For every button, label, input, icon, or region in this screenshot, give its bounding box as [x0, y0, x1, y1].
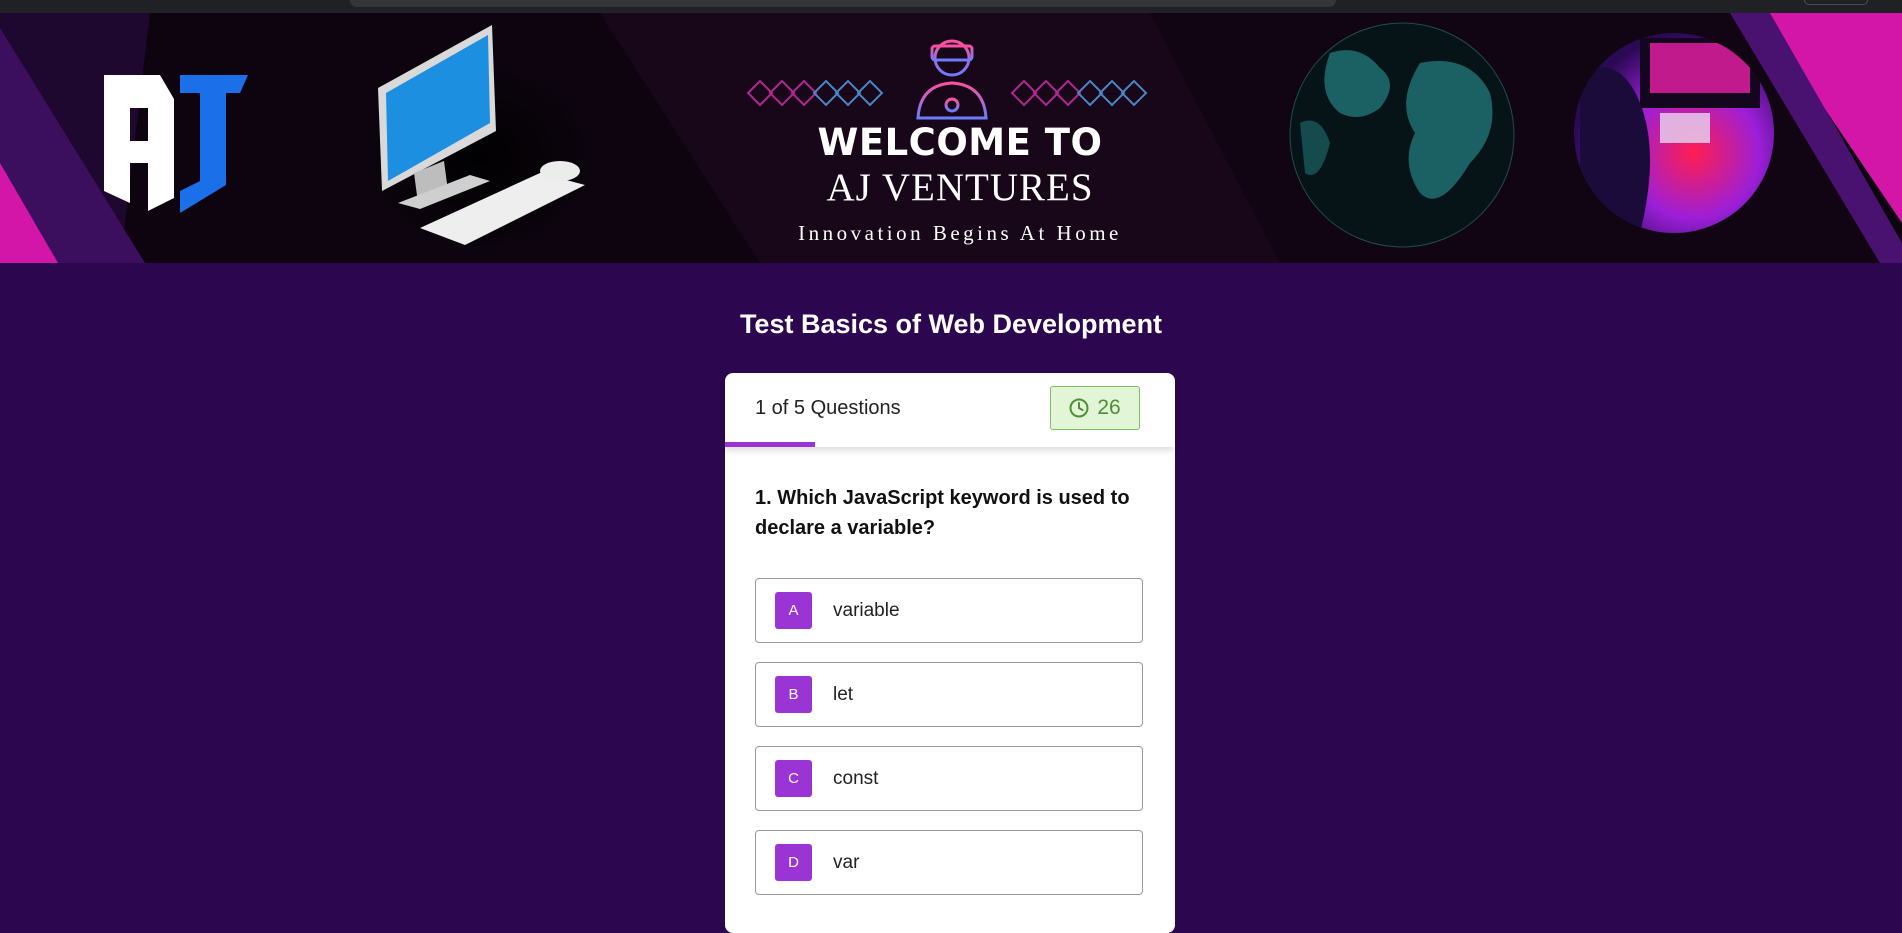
progress-bar: [725, 442, 1175, 447]
computer-illustration: [360, 25, 600, 258]
page-title: Test Basics of Web Development: [739, 309, 1163, 339]
question-counter: 1 of 5 Questions: [755, 397, 901, 419]
option-text: let: [833, 683, 854, 705]
option-text: var: [833, 851, 860, 873]
hacker-photo: [1574, 33, 1774, 233]
option-c[interactable]: C const: [755, 746, 1143, 811]
clock-icon: [1069, 398, 1089, 418]
quiz-header: 1 of 5 Questions 26: [725, 373, 1175, 447]
progress-fill: [725, 442, 815, 447]
option-text: variable: [833, 599, 900, 621]
banner-heading: WELCOME TO: [817, 121, 1103, 164]
option-d[interactable]: D var: [755, 830, 1143, 895]
timer-value: 26: [1097, 396, 1121, 419]
quiz-card: 1 of 5 Questions 26 1. Which JavaScript …: [725, 373, 1175, 933]
option-a[interactable]: A variable: [755, 578, 1143, 643]
hero-banner: WELCOME TO AJ VENTURES Innovation Begins…: [0, 13, 1902, 263]
question-text: 1. Which JavaScript keyword is used to d…: [755, 487, 1130, 539]
option-letter: B: [775, 676, 812, 713]
address-bar[interactable]: [350, 0, 1336, 7]
aj-logo: [104, 75, 248, 213]
option-b[interactable]: B let: [755, 662, 1143, 727]
timer-badge: 26: [1050, 386, 1140, 430]
option-letter: A: [775, 592, 812, 629]
option-letter: D: [775, 844, 812, 881]
banner-tagline: Innovation Begins At Home: [798, 221, 1122, 245]
browser-top-strip: [0, 0, 1902, 13]
option-text: const: [833, 767, 879, 789]
option-letter: C: [775, 760, 812, 797]
browser-button[interactable]: [1804, 0, 1868, 5]
globe-illustration: [1284, 17, 1520, 253]
banner-company-name: AJ VENTURES: [826, 166, 1094, 209]
